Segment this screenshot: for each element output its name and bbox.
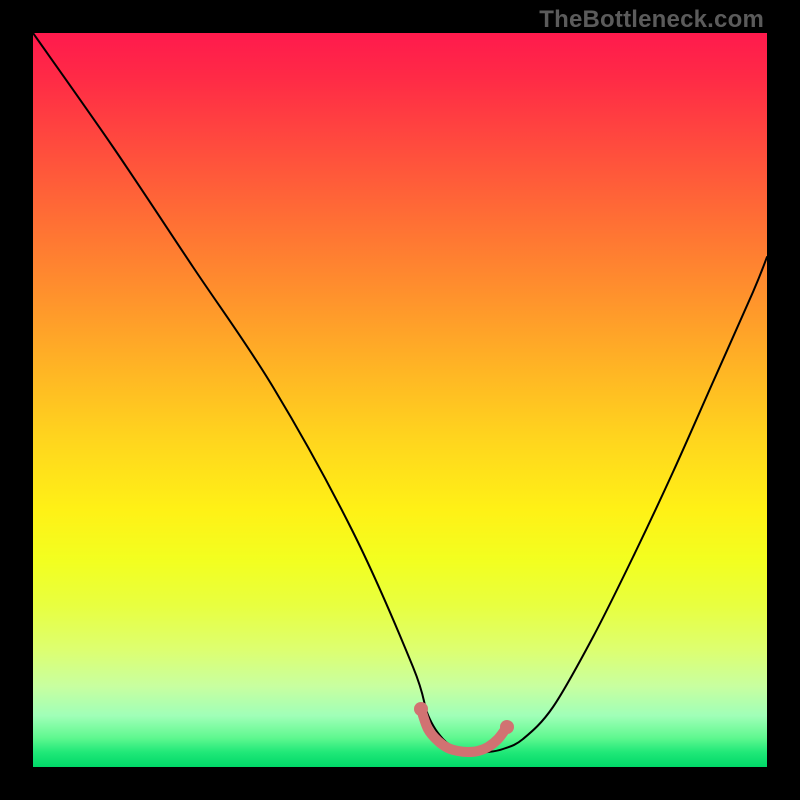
watermark-text: TheBottleneck.com bbox=[539, 6, 764, 34]
bottleneck-curve bbox=[33, 33, 767, 752]
chart-frame: TheBottleneck.com bbox=[0, 0, 800, 800]
plot-area bbox=[33, 33, 767, 767]
chart-svg bbox=[33, 33, 767, 767]
valley-marker bbox=[421, 709, 507, 752]
valley-endpoint-left bbox=[414, 702, 428, 716]
valley-endpoint-right bbox=[500, 720, 514, 734]
